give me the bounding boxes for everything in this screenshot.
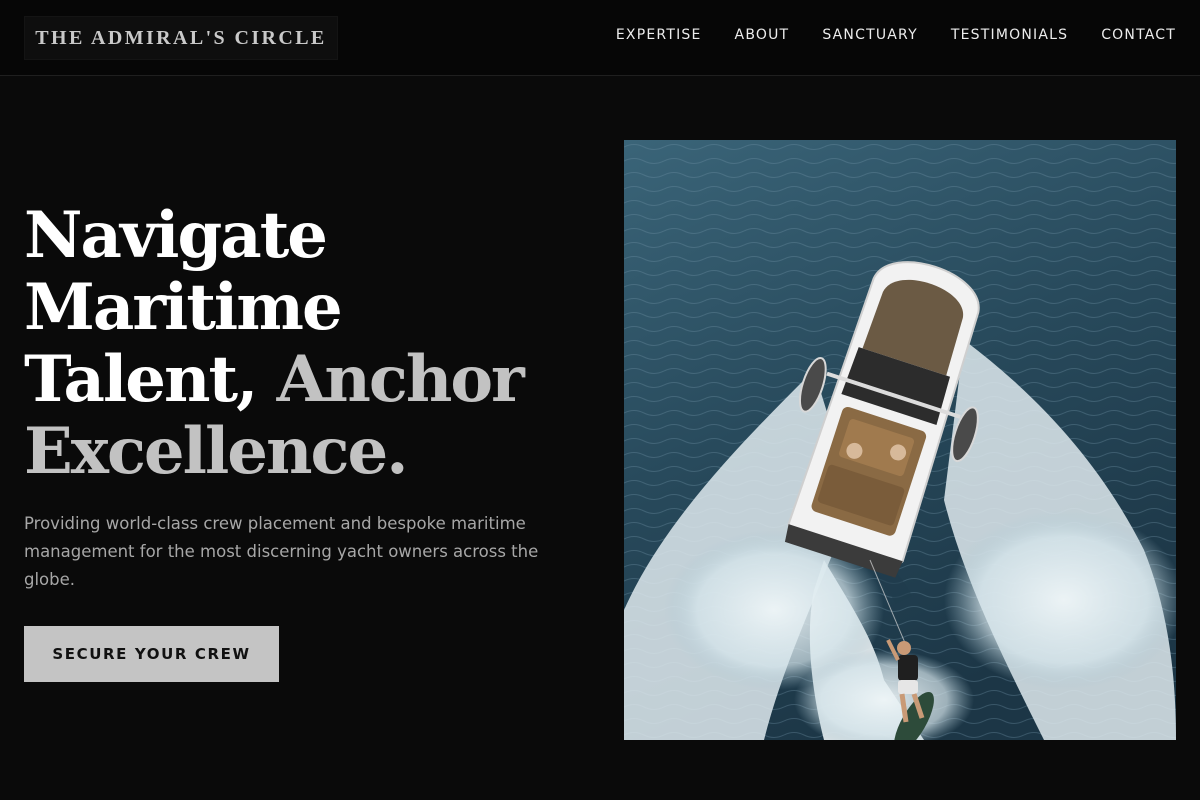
hero-title: Navigate Maritime Talent, Anchor Excelle… [24, 200, 584, 488]
nav-link-expertise[interactable]: EXPERTISE [616, 27, 702, 43]
top-navigation: THE ADMIRAL'S CIRCLE EXPERTISE ABOUT SAN… [0, 0, 1200, 76]
secure-your-crew-button[interactable]: SECURE YOUR CREW [24, 626, 279, 682]
nav-links: EXPERTISE ABOUT SANCTUARY TESTIMONIALS C… [616, 27, 1176, 43]
brand-logo[interactable]: THE ADMIRAL'S CIRCLE [24, 16, 338, 60]
hero-subtitle: Providing world-class crew placement and… [24, 514, 539, 589]
speedboat-photo-illustration [624, 140, 1176, 740]
nav-link-contact[interactable]: CONTACT [1101, 27, 1176, 43]
hero-photo [624, 140, 1176, 740]
hero-title-accent-2: Excellence. [24, 414, 408, 489]
nav-link-sanctuary[interactable]: SANCTUARY [822, 27, 918, 43]
hero-title-line-2: Maritime [24, 270, 343, 345]
nav-link-about[interactable]: ABOUT [735, 27, 790, 43]
hero-title-line-3: Talent, [24, 342, 258, 417]
hero-title-line-1: Navigate [24, 198, 328, 273]
hero-title-accent-1: Anchor [276, 342, 525, 417]
nav-link-testimonials[interactable]: TESTIMONIALS [951, 27, 1068, 43]
